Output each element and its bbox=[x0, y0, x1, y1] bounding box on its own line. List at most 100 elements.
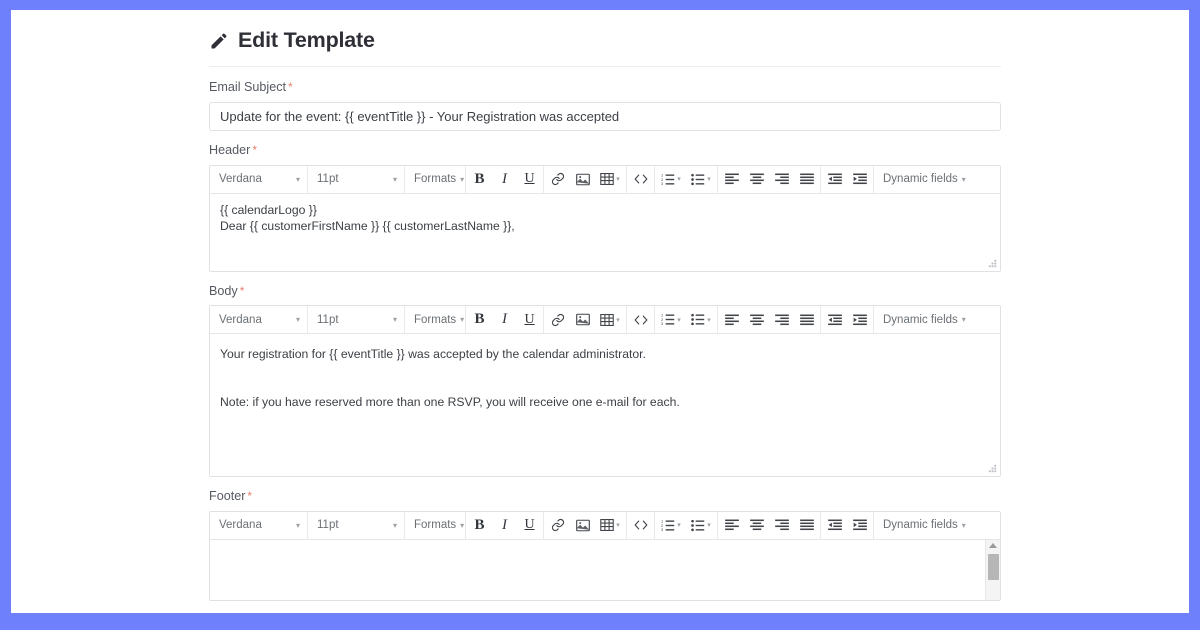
formats-select[interactable]: Formats ▾ bbox=[406, 307, 464, 333]
align-justify-icon[interactable] bbox=[794, 307, 819, 333]
source-code-icon[interactable] bbox=[628, 512, 653, 538]
numbered-list-icon[interactable]: 1 2 3 ▾ bbox=[656, 307, 686, 333]
align-center-icon[interactable] bbox=[744, 512, 769, 538]
header-editor-content[interactable]: {{ calendarLogo }} Dear {{ customerFirst… bbox=[210, 193, 1000, 271]
link-icon[interactable] bbox=[545, 307, 570, 333]
underline-icon[interactable]: U bbox=[517, 512, 542, 538]
indent-icon[interactable] bbox=[847, 166, 872, 192]
scrollbar-thumb[interactable] bbox=[988, 553, 999, 580]
footer-editor-scrollbar[interactable] bbox=[985, 539, 1000, 600]
resize-handle[interactable] bbox=[987, 258, 998, 269]
source-code-icon[interactable] bbox=[628, 307, 653, 333]
tb-group-code bbox=[627, 306, 655, 334]
footer-editor-content[interactable] bbox=[210, 539, 1000, 600]
chevron-down-icon: ▾ bbox=[677, 316, 681, 324]
label-footer-text: Footer bbox=[209, 489, 246, 504]
align-justify-icon[interactable] bbox=[794, 166, 819, 192]
chevron-down-icon: ▾ bbox=[460, 174, 465, 184]
dynamic-fields-select[interactable]: Dynamic fields ▾ bbox=[875, 307, 969, 333]
table-icon[interactable]: ▾ bbox=[595, 512, 625, 538]
dynamic-fields-select[interactable]: Dynamic fields ▾ bbox=[875, 166, 969, 192]
formats-select[interactable]: Formats ▾ bbox=[406, 166, 464, 192]
outdent-icon[interactable] bbox=[822, 166, 847, 192]
align-right-icon[interactable] bbox=[769, 166, 794, 192]
header-editor[interactable]: Verdana ▾ 11pt ▾ Formats ▾ B I U ▾ 1 2 3… bbox=[209, 164, 1001, 272]
align-left-icon[interactable] bbox=[719, 307, 744, 333]
body-editor[interactable]: Verdana ▾ 11pt ▾ Formats ▾ B I U ▾ 1 2 3… bbox=[209, 305, 1001, 478]
align-right-icon[interactable] bbox=[769, 307, 794, 333]
tb-group-code bbox=[627, 511, 655, 539]
table-icon[interactable]: ▾ bbox=[595, 307, 625, 333]
chevron-down-icon: ▾ bbox=[677, 522, 681, 530]
font-size-select[interactable]: 11pt ▾ bbox=[309, 166, 403, 192]
dynamic-fields-select[interactable]: Dynamic fields ▾ bbox=[875, 512, 969, 538]
underline-icon[interactable]: U bbox=[517, 307, 542, 333]
numbered-list-icon[interactable]: 1 2 3 ▾ bbox=[656, 512, 686, 538]
italic-icon[interactable]: I bbox=[492, 166, 517, 192]
italic-icon[interactable]: I bbox=[492, 307, 517, 333]
link-icon[interactable] bbox=[545, 512, 570, 538]
align-center-icon[interactable] bbox=[744, 166, 769, 192]
formats-select[interactable]: Formats ▾ bbox=[406, 512, 464, 538]
outdent-icon[interactable] bbox=[822, 307, 847, 333]
browser-viewport: Edit Template Email Subject* Header* Ver… bbox=[11, 10, 1189, 613]
chevron-down-icon: ▾ bbox=[707, 316, 711, 324]
label-email-subject: Email Subject * bbox=[198, 80, 1013, 94]
chevron-down-icon: ▾ bbox=[392, 174, 397, 184]
header-line-2: Dear {{ customerFirstName }} {{ customer… bbox=[220, 218, 515, 233]
underline-icon[interactable]: U bbox=[517, 166, 542, 192]
table-icon[interactable]: ▾ bbox=[595, 166, 625, 192]
image-icon[interactable] bbox=[570, 512, 595, 538]
align-left-icon[interactable] bbox=[719, 512, 744, 538]
align-justify-icon[interactable] bbox=[794, 512, 819, 538]
tb-group-style: B I U bbox=[466, 165, 544, 193]
font-size-value: 11pt bbox=[317, 173, 339, 186]
bold-icon[interactable]: B bbox=[467, 512, 492, 538]
formats-value: Formats bbox=[414, 313, 457, 326]
scroll-up-arrow-icon[interactable] bbox=[989, 542, 997, 548]
numbered-list-icon[interactable]: 1 2 3 ▾ bbox=[656, 166, 686, 192]
formats-value: Formats bbox=[414, 519, 457, 532]
align-right-icon[interactable] bbox=[769, 512, 794, 538]
body-line-1: Your registration for {{ eventTitle }} w… bbox=[220, 347, 646, 362]
font-family-select[interactable]: Verdana ▾ bbox=[211, 512, 306, 538]
align-center-icon[interactable] bbox=[744, 307, 769, 333]
font-size-select[interactable]: 11pt ▾ bbox=[309, 512, 403, 538]
footer-editor[interactable]: Verdana ▾ 11pt ▾ Formats ▾ B I U ▾ 1 2 3… bbox=[209, 510, 1001, 601]
label-header: Header * bbox=[198, 144, 1013, 157]
bold-icon[interactable]: B bbox=[467, 166, 492, 192]
font-family-select[interactable]: Verdana ▾ bbox=[211, 307, 306, 333]
tb-group-indent bbox=[821, 511, 874, 539]
align-left-icon[interactable] bbox=[719, 166, 744, 192]
indent-icon[interactable] bbox=[847, 512, 872, 538]
tb-group-align bbox=[718, 511, 821, 539]
tb-group-align bbox=[718, 306, 821, 334]
font-family-select[interactable]: Verdana ▾ bbox=[211, 166, 306, 192]
image-icon[interactable] bbox=[570, 166, 595, 192]
outdent-icon[interactable] bbox=[822, 512, 847, 538]
italic-icon[interactable]: I bbox=[492, 512, 517, 538]
body-editor-content[interactable]: Your registration for {{ eventTitle }} w… bbox=[210, 334, 1000, 477]
image-icon[interactable] bbox=[570, 307, 595, 333]
chevron-down-icon: ▾ bbox=[295, 174, 300, 184]
page-title: Edit Template bbox=[238, 28, 375, 52]
email-subject-input[interactable] bbox=[209, 102, 1001, 132]
font-size-select[interactable]: 11pt ▾ bbox=[309, 307, 403, 333]
bullet-list-icon[interactable]: ▾ bbox=[686, 512, 716, 538]
resize-handle[interactable] bbox=[987, 463, 998, 474]
tb-group-align bbox=[718, 165, 821, 193]
label-body-text: Body bbox=[209, 283, 238, 298]
source-code-icon[interactable] bbox=[628, 166, 653, 192]
indent-icon[interactable] bbox=[847, 307, 872, 333]
required-marker: * bbox=[252, 143, 257, 158]
chevron-down-icon: ▾ bbox=[707, 522, 711, 530]
bold-icon[interactable]: B bbox=[467, 307, 492, 333]
tb-group-style: B I U bbox=[466, 511, 544, 539]
tb-group-font: Verdana ▾ bbox=[210, 306, 308, 334]
link-icon[interactable] bbox=[545, 166, 570, 192]
bullet-list-icon[interactable]: ▾ bbox=[686, 166, 716, 192]
font-size-value: 11pt bbox=[317, 313, 339, 326]
bullet-list-icon[interactable]: ▾ bbox=[686, 307, 716, 333]
chevron-down-icon: ▾ bbox=[961, 315, 966, 325]
tb-group-dynamic: Dynamic fields ▾ bbox=[874, 166, 970, 193]
